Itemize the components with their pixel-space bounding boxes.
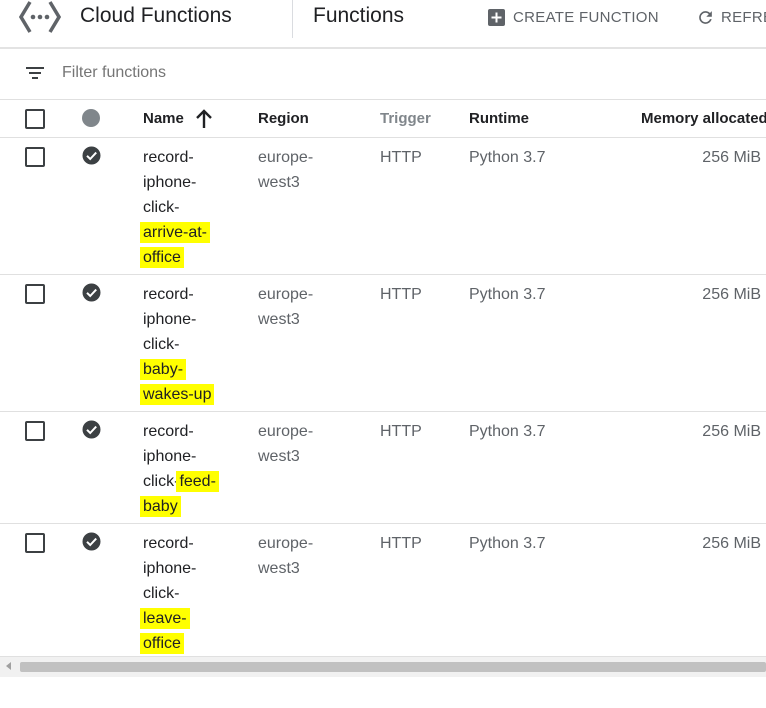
name-part: record- — [143, 423, 194, 440]
runtime-cell: Python 3.7 — [469, 149, 546, 166]
function-name-link[interactable]: record-iphone-click-feed-baby — [140, 419, 219, 519]
column-header-trigger: Trigger — [380, 110, 431, 127]
name-part: iphone- — [143, 311, 197, 328]
runtime-cell: Python 3.7 — [469, 423, 546, 440]
cloud-functions-logo-icon — [19, 1, 61, 33]
region-cell: europe-west3 — [258, 282, 348, 332]
column-header-name[interactable]: Name — [143, 110, 184, 127]
top-app-bar: Cloud Functions Functions CREATE FUNCTIO… — [0, 0, 766, 49]
row-checkbox[interactable] — [25, 284, 45, 304]
arrow-up-icon[interactable] — [195, 109, 213, 129]
table-row[interactable]: record-iphone-click-feed-baby europe-wes… — [0, 412, 766, 524]
memory-cell: 256 MiB — [702, 286, 761, 303]
highlighted-name-part: office — [140, 247, 184, 268]
check-circle-icon — [82, 146, 101, 165]
row-checkbox[interactable] — [25, 533, 45, 553]
memory-cell: 256 MiB — [702, 423, 761, 440]
create-function-label: CREATE FUNCTION — [513, 8, 659, 26]
region-line: west3 — [258, 311, 300, 328]
name-part: click- — [143, 473, 180, 490]
region-line: europe- — [258, 286, 314, 303]
column-header-runtime[interactable]: Runtime — [469, 110, 529, 127]
memory-cell: 256 MiB — [702, 149, 761, 166]
row-checkbox[interactable] — [25, 421, 45, 441]
highlighted-name-part: office — [140, 633, 184, 654]
function-name-link[interactable]: record-iphone-click-baby-wakes-up — [140, 282, 215, 407]
refresh-label: REFRE — [721, 8, 766, 26]
runtime-cell: Python 3.7 — [469, 286, 546, 303]
region-cell: europe-west3 — [258, 145, 348, 195]
scrollbar-thumb[interactable] — [20, 662, 766, 672]
check-circle-icon — [82, 532, 101, 551]
horizontal-scrollbar[interactable] — [0, 656, 766, 677]
refresh-icon — [699, 10, 712, 24]
status-column-icon — [82, 109, 100, 127]
name-part: record- — [143, 535, 194, 552]
filter-list-icon[interactable] — [26, 67, 44, 79]
highlighted-name-part: feed- — [176, 471, 219, 492]
function-name-link[interactable]: record-iphone-click-leave-office — [140, 531, 197, 656]
trigger-cell: HTTP — [380, 423, 422, 440]
name-part: click- — [143, 585, 180, 602]
highlighted-name-part: baby- — [140, 359, 187, 380]
function-name-link[interactable]: record-iphone-click-arrive-at-office — [140, 145, 211, 270]
filter-functions-input[interactable] — [62, 63, 362, 83]
table-row[interactable]: record-iphone-click-leave-office europe-… — [0, 524, 766, 661]
region-cell: europe-west3 — [258, 531, 348, 581]
header-divider — [292, 0, 293, 38]
name-part: record- — [143, 149, 194, 166]
trigger-cell: HTTP — [380, 535, 422, 552]
scroll-left-arrow-icon[interactable] — [6, 662, 11, 670]
table-row[interactable]: record-iphone-click-arrive-at-office eur… — [0, 138, 766, 275]
region-line: europe- — [258, 535, 314, 552]
runtime-cell: Python 3.7 — [469, 535, 546, 552]
memory-cell: 256 MiB — [702, 535, 761, 552]
table-row[interactable]: record-iphone-click-baby-wakes-up europe… — [0, 275, 766, 412]
region-line: west3 — [258, 448, 300, 465]
region-line: europe- — [258, 149, 314, 166]
check-circle-icon — [82, 283, 101, 302]
region-line: west3 — [258, 560, 300, 577]
row-checkbox[interactable] — [25, 147, 45, 167]
add-box-icon — [488, 8, 505, 26]
column-header-region[interactable]: Region — [258, 110, 309, 127]
select-all-checkbox[interactable] — [25, 109, 45, 129]
refresh-button[interactable]: REFRE — [696, 7, 766, 27]
name-part: click- — [143, 199, 180, 216]
region-cell: europe-west3 — [258, 419, 348, 469]
highlighted-name-part: baby — [140, 496, 181, 517]
page-title: Functions — [313, 4, 405, 27]
table-header: Name Region Trigger Runtime Memory alloc… — [0, 100, 766, 138]
create-function-button[interactable]: CREATE FUNCTION — [488, 7, 659, 27]
trigger-cell: HTTP — [380, 286, 422, 303]
name-part: click- — [143, 336, 180, 353]
highlighted-name-part: wakes-up — [140, 384, 215, 405]
functions-table: Name Region Trigger Runtime Memory alloc… — [0, 100, 766, 661]
filter-bar — [0, 49, 766, 100]
name-part: record- — [143, 286, 194, 303]
column-header-memory[interactable]: Memory allocated — [641, 110, 766, 127]
region-line: europe- — [258, 423, 314, 440]
name-part: iphone- — [143, 448, 197, 465]
region-line: west3 — [258, 174, 300, 191]
check-circle-icon — [82, 420, 101, 439]
highlighted-name-part: leave- — [140, 608, 190, 629]
product-title: Cloud Functions — [80, 4, 232, 27]
trigger-cell: HTTP — [380, 149, 422, 166]
name-part: iphone- — [143, 174, 197, 191]
highlighted-name-part: arrive-at- — [140, 222, 211, 243]
name-part: iphone- — [143, 560, 197, 577]
